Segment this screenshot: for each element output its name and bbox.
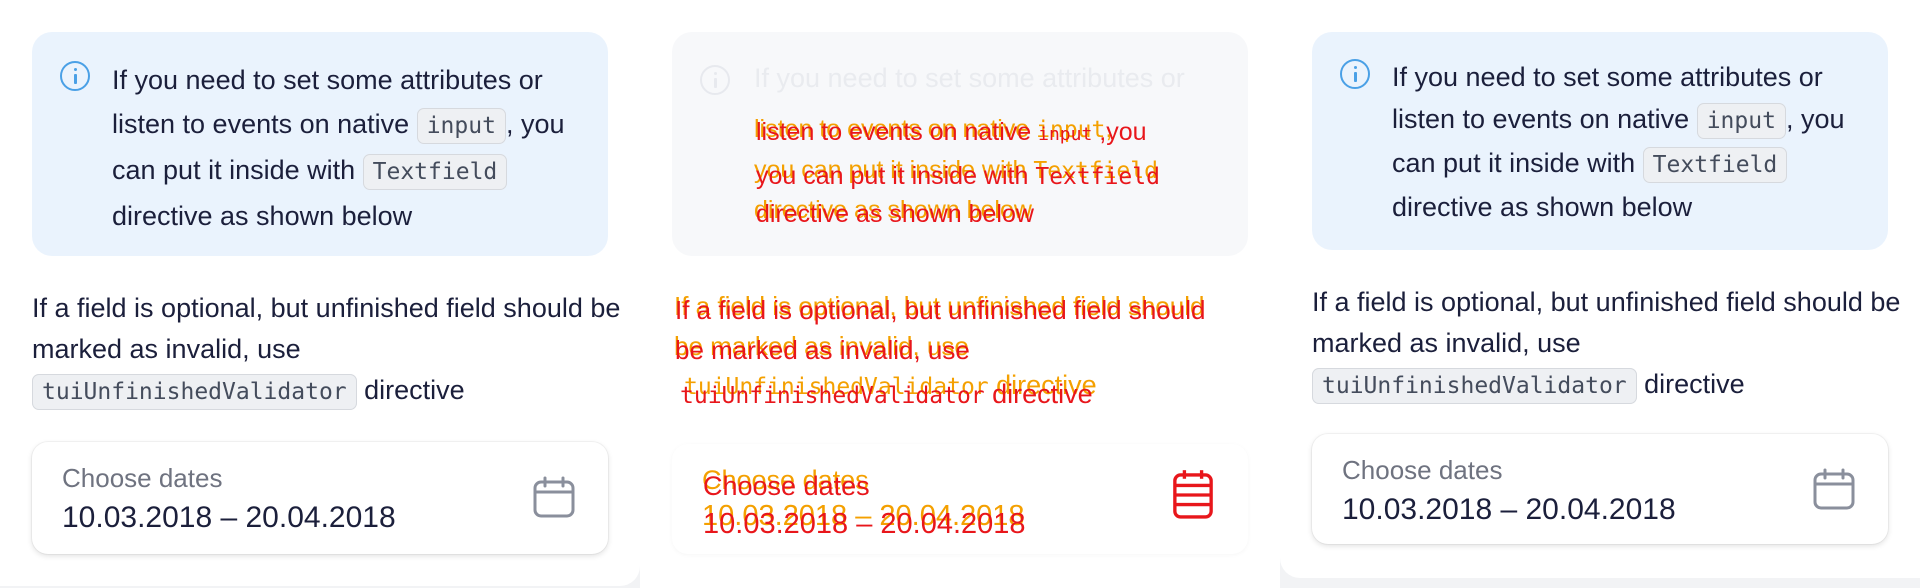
diff-layer-red: listen to events on native input ,you xyxy=(756,118,1147,146)
date-range-input-right[interactable]: Choose dates 10.03.2018 – 20.04.2018 xyxy=(1312,434,1888,544)
code-textfield: Textfield xyxy=(362,154,508,190)
code-validator: tuiUnfinishedValidator xyxy=(32,374,357,410)
panel-left: If you need to set some attributes or li… xyxy=(0,0,640,586)
date-range-label: Choose dates xyxy=(62,463,223,493)
diff-value-red: 10.03.2018 – 20.04.2018 xyxy=(703,508,1026,540)
diff-desc-red-1: If a field is optional, but unfinished f… xyxy=(675,295,1206,325)
code-validator-right: tuiUnfinishedValidator xyxy=(1312,368,1637,404)
info-notification-diff: If you need to set some attributes or li… xyxy=(672,32,1248,256)
calendar-icon-right[interactable] xyxy=(1812,468,1856,512)
panel-diff: If you need to set some attributes or li… xyxy=(640,0,1280,588)
panel-right: If you need to set some attributes or li… xyxy=(1280,0,1920,578)
diff-line-red-3: directive as shown below xyxy=(756,200,1034,228)
notification-text-right: If you need to set some attributes or li… xyxy=(1392,62,1845,222)
info-icon-right xyxy=(1340,59,1370,89)
info-icon-diff xyxy=(700,65,730,95)
diff-line-red-2: you can put it inside with Textfield xyxy=(756,162,1160,190)
info-notification: If you need to set some attributes or li… xyxy=(32,32,608,256)
date-range-value: 10.03.2018 – 20.04.2018 xyxy=(62,501,396,534)
date-range-value-right: 10.03.2018 – 20.04.2018 xyxy=(1342,493,1676,526)
date-range-label-right: Choose dates xyxy=(1342,455,1503,485)
date-range-input-diff[interactable]: Choose dates Choose dates 10.03.2018 – 2… xyxy=(672,444,1248,554)
description-text: If a field is optional, but unfinished f… xyxy=(32,288,622,413)
date-range-input[interactable]: Choose dates 10.03.2018 – 20.04.2018 xyxy=(32,442,608,554)
code-input-right: input xyxy=(1696,103,1786,139)
diff-desc-red-3: tuiUnfinishedValidator directive xyxy=(680,379,1093,409)
notification-ghost-line: If you need to set some attributes or xyxy=(754,63,1185,93)
code-input: input xyxy=(416,108,506,144)
code-textfield-right: Textfield xyxy=(1642,147,1788,183)
calendar-icon[interactable] xyxy=(532,476,576,520)
description-text-right: If a field is optional, but unfinished f… xyxy=(1312,282,1902,407)
info-icon xyxy=(60,61,90,91)
calendar-icon-diff xyxy=(1173,470,1213,519)
info-notification-right: If you need to set some attributes or li… xyxy=(1312,32,1888,250)
notification-text: If you need to set some attributes or li… xyxy=(112,65,565,231)
